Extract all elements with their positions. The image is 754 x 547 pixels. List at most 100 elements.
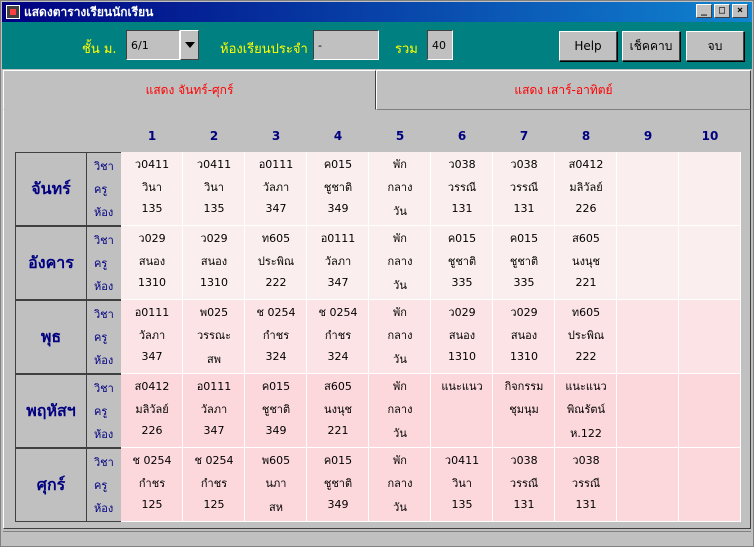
- timetable-cell[interactable]: ว0411 วินา 135: [121, 152, 183, 226]
- cell-teacher: ชูชาติ: [323, 181, 353, 194]
- timetable-cell[interactable]: กิจกรรม ชุมนุม: [493, 374, 555, 448]
- timetable-cell[interactable]: [617, 448, 679, 522]
- title-bar[interactable]: แสดงตารางเรียนนักเรียน _ □ ×: [2, 2, 752, 22]
- row-label-room: ห้อง: [94, 280, 114, 293]
- timetable-cell[interactable]: [617, 300, 679, 374]
- timetable-cell[interactable]: พัก กลาง วัน: [369, 448, 431, 522]
- timetable-cell[interactable]: ค015 ชูชาติ 335: [431, 226, 493, 300]
- row-label-teacher: ครู: [94, 331, 108, 344]
- timetable-cell[interactable]: [617, 226, 679, 300]
- check-period-button[interactable]: เช็คคาบ: [622, 31, 680, 61]
- cell-subject: แนะแนว: [565, 380, 607, 393]
- help-button[interactable]: Help: [559, 31, 617, 61]
- timetable-cell[interactable]: ค015 ชูชาติ 335: [493, 226, 555, 300]
- cell-room: วัน: [393, 427, 407, 440]
- timetable-cell[interactable]: ช 0254 กำชร 324: [245, 300, 307, 374]
- timetable-cell[interactable]: พัก กลาง วัน: [369, 226, 431, 300]
- tab-weekdays[interactable]: แสดง จันทร์-ศุกร์: [3, 70, 376, 110]
- timetable-cell[interactable]: ค015 ชูชาติ 349: [245, 374, 307, 448]
- grade-select[interactable]: 6/1: [126, 30, 180, 60]
- timetable-cell[interactable]: ช 0254 กำชร 125: [121, 448, 183, 522]
- cell-room: 335: [513, 276, 535, 289]
- timetable-cell[interactable]: ท605 ประพิณ 222: [245, 226, 307, 300]
- timetable-cell[interactable]: ว0411 วินา 135: [431, 448, 493, 522]
- row-label-teacher: ครู: [94, 257, 108, 270]
- cell-room: 1310: [200, 276, 228, 289]
- timetable-cell[interactable]: ส605 นงนุช 221: [555, 226, 617, 300]
- cell-teacher: กลาง: [387, 329, 413, 342]
- timetable-cell[interactable]: [617, 374, 679, 448]
- cell-teacher: วรรณี: [447, 181, 477, 194]
- row-labels: วิชา ครู ห้อง: [87, 226, 121, 300]
- timetable-cell[interactable]: ว038 วรรณี 131: [431, 152, 493, 226]
- timetable-cell[interactable]: ค015 ชูชาติ 349: [307, 448, 369, 522]
- timetable-cell[interactable]: ว0411 วินา 135: [183, 152, 245, 226]
- timetable-cell[interactable]: ว038 วรรณี 131: [493, 152, 555, 226]
- timetable-cell[interactable]: อ0111 วัลภา 347: [307, 226, 369, 300]
- timetable-cell[interactable]: ค015 ชูชาติ 349: [307, 152, 369, 226]
- timetable-cell[interactable]: [679, 226, 741, 300]
- cell-subject: ท605: [571, 306, 601, 319]
- timetable-cell[interactable]: อ0111 วัลภา 347: [183, 374, 245, 448]
- maximize-icon[interactable]: □: [714, 4, 730, 18]
- cell-room: 1310: [448, 350, 476, 363]
- cell-teacher: ชูชาติ: [323, 477, 353, 490]
- cell-subject: ค015: [509, 232, 539, 245]
- cell-room: 1310: [138, 276, 166, 289]
- timetable-cell[interactable]: ว029 สนอง 1310: [431, 300, 493, 374]
- timetable-cell[interactable]: [679, 374, 741, 448]
- cell-teacher: วัลภา: [324, 255, 352, 268]
- timetable-cell[interactable]: ท605 ประพิณ 222: [555, 300, 617, 374]
- timetable-cell[interactable]: พ605 นภา สห: [245, 448, 307, 522]
- timetable-cell[interactable]: พัก กลาง วัน: [369, 374, 431, 448]
- cell-teacher: สนอง: [448, 329, 476, 342]
- timetable-cell[interactable]: พัก กลาง วัน: [369, 300, 431, 374]
- timetable-cell[interactable]: [679, 152, 741, 226]
- row-labels: วิชา ครู ห้อง: [87, 152, 121, 226]
- timetable-cell[interactable]: ว038 วรรณี 131: [493, 448, 555, 522]
- timetable-cell[interactable]: ส605 นงนุช 221: [307, 374, 369, 448]
- timetable-cell[interactable]: ส0412 มลิวัลย์ 226: [121, 374, 183, 448]
- toolbar: ชั้น ม. 6/1 ห้องเรียนประจำ - รวม 40 Help…: [2, 22, 752, 69]
- timetable-cell[interactable]: ว029 สนอง 1310: [121, 226, 183, 300]
- timetable-cell[interactable]: พัก กลาง วัน: [369, 152, 431, 226]
- timetable-cell[interactable]: ช 0254 กำชร 125: [183, 448, 245, 522]
- timetable-cell[interactable]: ว038 วรรณี 131: [555, 448, 617, 522]
- cell-subject: ช 0254: [132, 454, 172, 467]
- tab-weekend[interactable]: แสดง เสาร์-อาทิตย์: [376, 70, 751, 110]
- timetable-cell[interactable]: แนะแนว พิณรัตน์ ห.122: [555, 374, 617, 448]
- period-number: 9: [643, 129, 653, 143]
- cell-room: 125: [203, 498, 225, 511]
- cell-subject: อ0111: [320, 232, 356, 245]
- timetable-cell[interactable]: [617, 152, 679, 226]
- cell-subject: ส0412: [134, 380, 170, 393]
- cell-teacher: นงนุช: [324, 403, 352, 416]
- timetable-cell[interactable]: ช 0254 กำชร 324: [307, 300, 369, 374]
- timetable-cell[interactable]: พ025 วรรณะ สพ: [183, 300, 245, 374]
- timetable-cell[interactable]: ส0412 มลิวัลย์ 226: [555, 152, 617, 226]
- timetable-cell[interactable]: อ0111 วัลภา 347: [121, 300, 183, 374]
- total-field: 40: [427, 30, 453, 60]
- timetable-cell[interactable]: [679, 448, 741, 522]
- cell-teacher: วรรณี: [509, 477, 539, 490]
- grade-dropdown-button[interactable]: [180, 30, 199, 60]
- cell-room: 135: [203, 202, 225, 215]
- row-label-subject: วิชา: [94, 308, 114, 321]
- grade-label: ชั้น ม.: [82, 42, 117, 57]
- timetable-cell[interactable]: ว029 สนอง 1310: [493, 300, 555, 374]
- cell-subject: ว038: [572, 454, 600, 467]
- exit-button[interactable]: จบ: [686, 31, 744, 61]
- cell-room: 131: [513, 498, 535, 511]
- cell-room: 347: [141, 350, 163, 363]
- close-icon[interactable]: ×: [732, 4, 748, 18]
- cell-room: 349: [265, 424, 287, 437]
- row-label-teacher: ครู: [94, 183, 108, 196]
- timetable-cell[interactable]: แนะแนว: [431, 374, 493, 448]
- cell-subject: ว0411: [444, 454, 480, 467]
- cell-teacher: กลาง: [387, 255, 413, 268]
- cell-teacher: ชุมนุม: [509, 403, 539, 416]
- timetable-cell[interactable]: อ0111 วัลภา 347: [245, 152, 307, 226]
- timetable-cell[interactable]: ว029 สนอง 1310: [183, 226, 245, 300]
- minimize-icon[interactable]: _: [696, 4, 712, 18]
- timetable-cell[interactable]: [679, 300, 741, 374]
